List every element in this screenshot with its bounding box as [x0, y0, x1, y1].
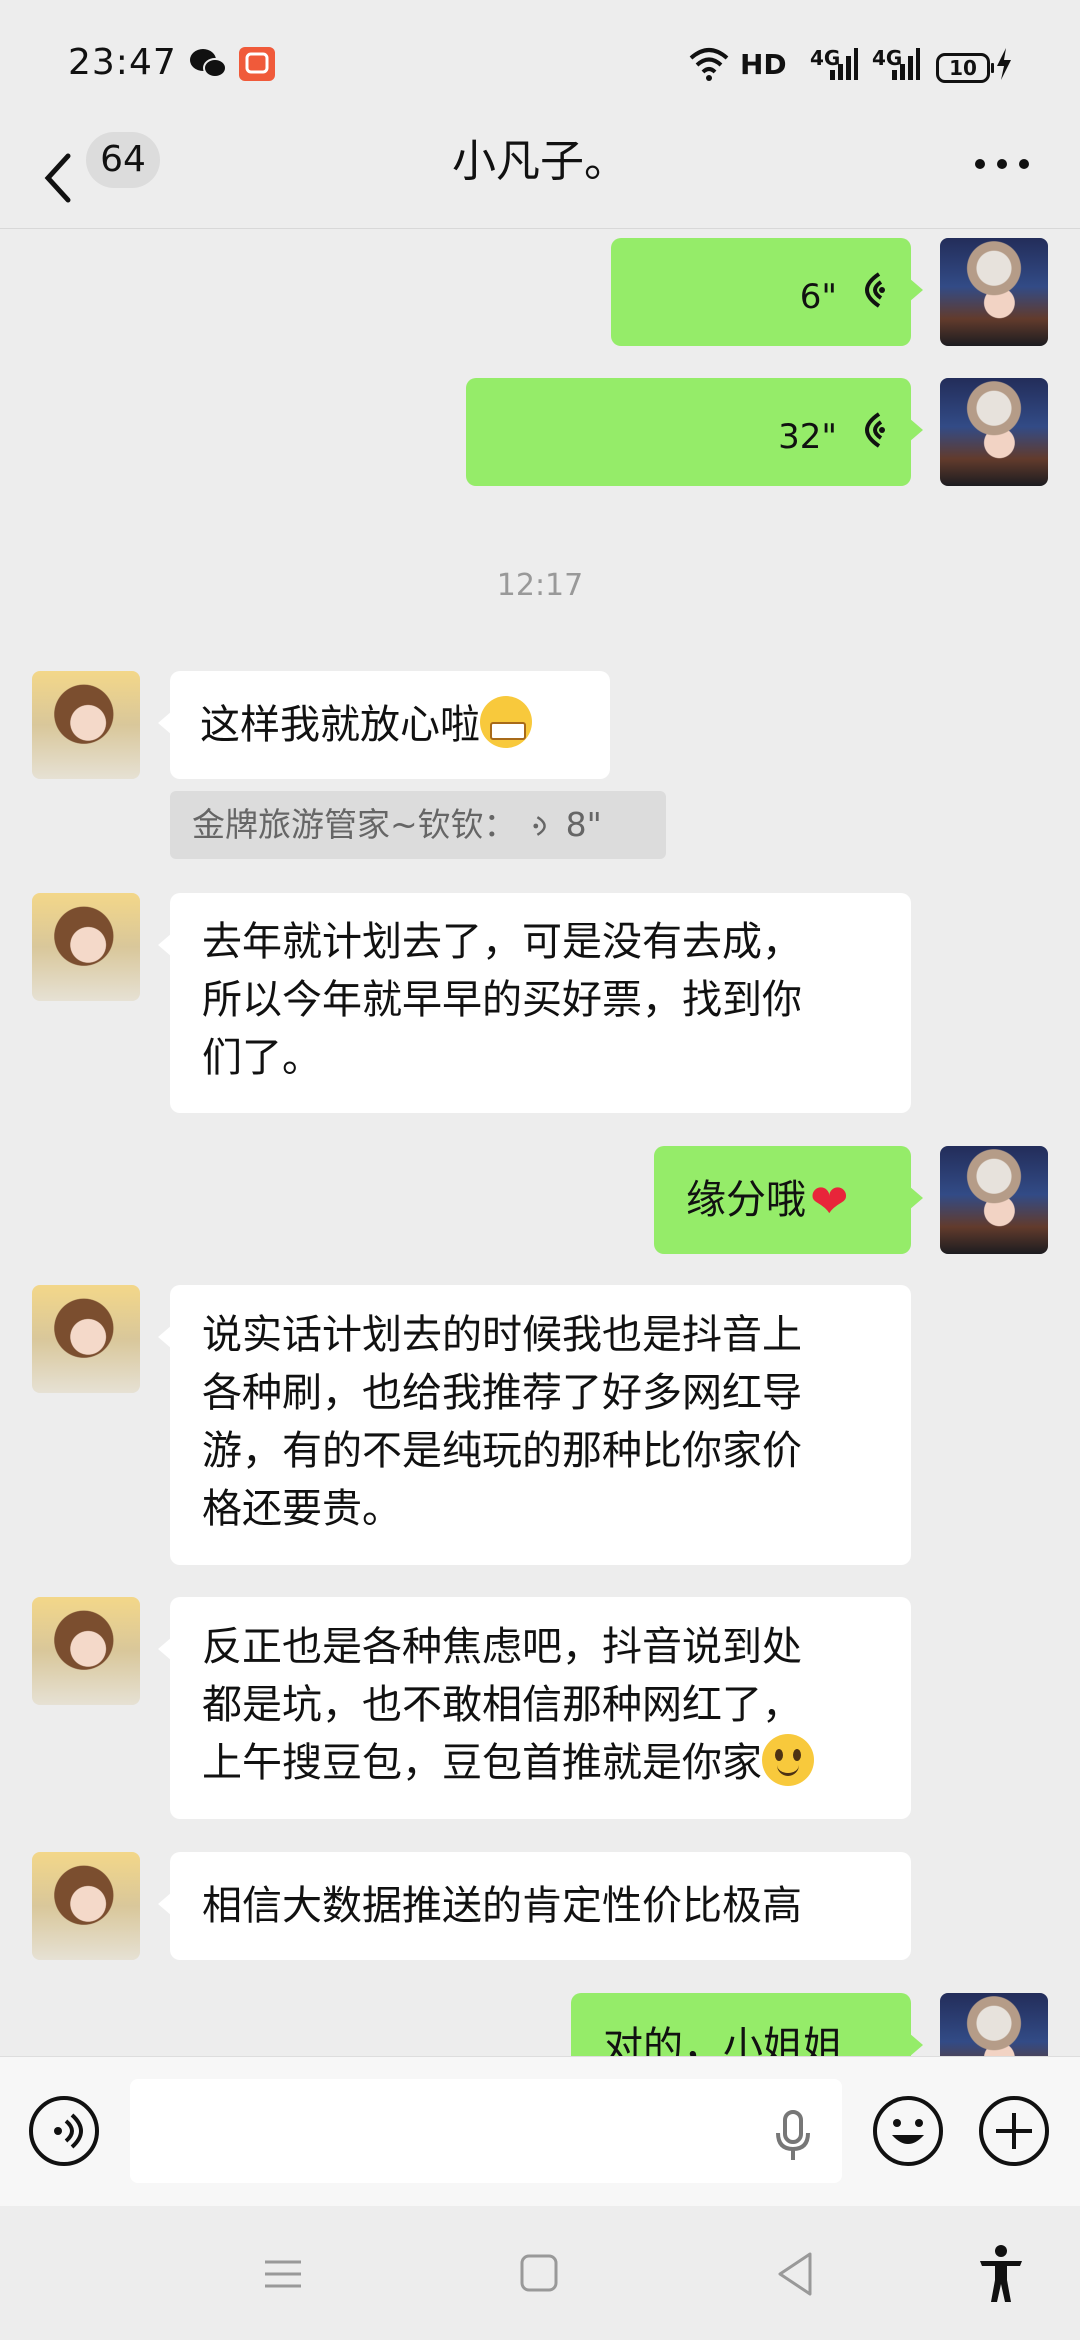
microphone-icon[interactable] [772, 2109, 814, 2163]
contact-avatar[interactable] [32, 1285, 140, 1393]
voice-message[interactable]: 32" [466, 378, 923, 486]
message-line: 所以今年就早早的买好票，找到你 [202, 977, 802, 1023]
voice-message[interactable]: 6" [611, 238, 923, 346]
text-message[interactable]: 相信大数据推送的肯定性价比极高 [158, 1852, 911, 1960]
my-avatar[interactable] [940, 378, 1048, 486]
menu-icon[interactable] [262, 2246, 304, 2302]
message-input[interactable] [130, 2079, 842, 2183]
my-avatar[interactable] [940, 1993, 1048, 2056]
accessibility-icon[interactable] [976, 2244, 1026, 2304]
status-time: 23:47 [68, 42, 177, 83]
system-nav-bar [0, 2206, 1080, 2340]
contact-avatar[interactable] [32, 1597, 140, 1705]
message-line: 说实话计划去的时候我也是抖音上 [202, 1312, 802, 1358]
message-line: 游，有的不是纯玩的那种比你家价 [202, 1428, 802, 1474]
signal-icon [892, 48, 920, 80]
back-icon[interactable] [774, 2246, 816, 2302]
voice-wave-icon [865, 272, 885, 308]
message-line: 们了。 [202, 1035, 322, 1081]
message-line: 都是坑，也不敢相信那种网红了， [202, 1682, 802, 1728]
my-avatar[interactable] [940, 238, 1048, 346]
message-text: 缘分哦 [686, 1177, 806, 1223]
message-timestamp: 12:17 [496, 568, 584, 603]
text-message[interactable]: 缘分哦❤ [654, 1146, 923, 1254]
heart-emoji-icon: ❤ [810, 1174, 849, 1228]
charging-icon [997, 48, 1011, 80]
battery-indicator: 10 [936, 53, 994, 83]
input-bar [0, 2056, 1080, 2207]
more-icon[interactable] [974, 158, 1030, 170]
message-line: 各种刷，也给我推荐了好多网红导 [202, 1370, 802, 1416]
quoted-voice-reply[interactable]: 金牌旅游管家~钦钦： 8" [170, 791, 666, 859]
text-message[interactable]: 说实话计划去的时候我也是抖音上 各种刷，也给我推荐了好多网红导 游，有的不是纯玩… [158, 1285, 911, 1565]
wifi-icon [689, 48, 729, 81]
contact-avatar[interactable] [32, 671, 140, 779]
grin-emoji-icon [480, 696, 532, 748]
voice-mode-icon[interactable] [28, 2095, 100, 2167]
voice-duration: 32" [778, 417, 837, 457]
signal-icon [830, 48, 858, 80]
voice-wave-icon [865, 412, 885, 448]
plus-icon[interactable] [978, 2095, 1050, 2167]
status-bar: 23:47 HD 4G 4G 10 [0, 0, 1080, 130]
message-text: 对的，小姐姐 [603, 2024, 843, 2056]
message-line: 上午搜豆包，豆包首推就是你家 [202, 1740, 762, 1786]
contact-avatar[interactable] [32, 893, 140, 1001]
message-list[interactable]: 6" 32" 12:17 这样我就放心啦 金牌旅游管家~钦钦： 8" 去年就计划… [0, 229, 1080, 2056]
chat-title: 小凡子。 [452, 136, 628, 187]
smile-emoji-icon [762, 1734, 814, 1786]
quote-voice-duration: 8" [565, 805, 602, 844]
my-avatar[interactable] [940, 1146, 1048, 1254]
voice-wave-icon [533, 816, 546, 836]
quote-text: 金牌旅游管家~钦钦： [192, 805, 517, 844]
wechat-icon [190, 49, 227, 78]
message-line: 格还要贵。 [202, 1486, 402, 1532]
message-line: 反正也是各种焦虑吧，抖音说到处 [202, 1624, 802, 1670]
message-text: 相信大数据推送的肯定性价比极高 [202, 1883, 802, 1929]
network-type-label: HD [740, 48, 787, 81]
text-message[interactable]: 反正也是各种焦虑吧，抖音说到处 都是坑，也不敢相信那种网红了， 上午搜豆包，豆包… [158, 1597, 911, 1819]
message-line: 去年就计划去了，可是没有去成， [202, 919, 802, 965]
text-message[interactable]: 这样我就放心啦 [158, 671, 610, 779]
voice-duration: 6" [799, 277, 837, 317]
text-message[interactable]: 去年就计划去了，可是没有去成， 所以今年就早早的买好票，找到你 们了。 [158, 893, 911, 1113]
contact-avatar[interactable] [32, 1852, 140, 1960]
home-icon[interactable] [518, 2246, 560, 2302]
emoji-icon[interactable] [872, 2095, 944, 2167]
text-message[interactable]: 对的，小姐姐 [571, 1993, 923, 2056]
message-text: 这样我就放心啦 [200, 702, 480, 748]
app-notification-icon [239, 47, 275, 81]
